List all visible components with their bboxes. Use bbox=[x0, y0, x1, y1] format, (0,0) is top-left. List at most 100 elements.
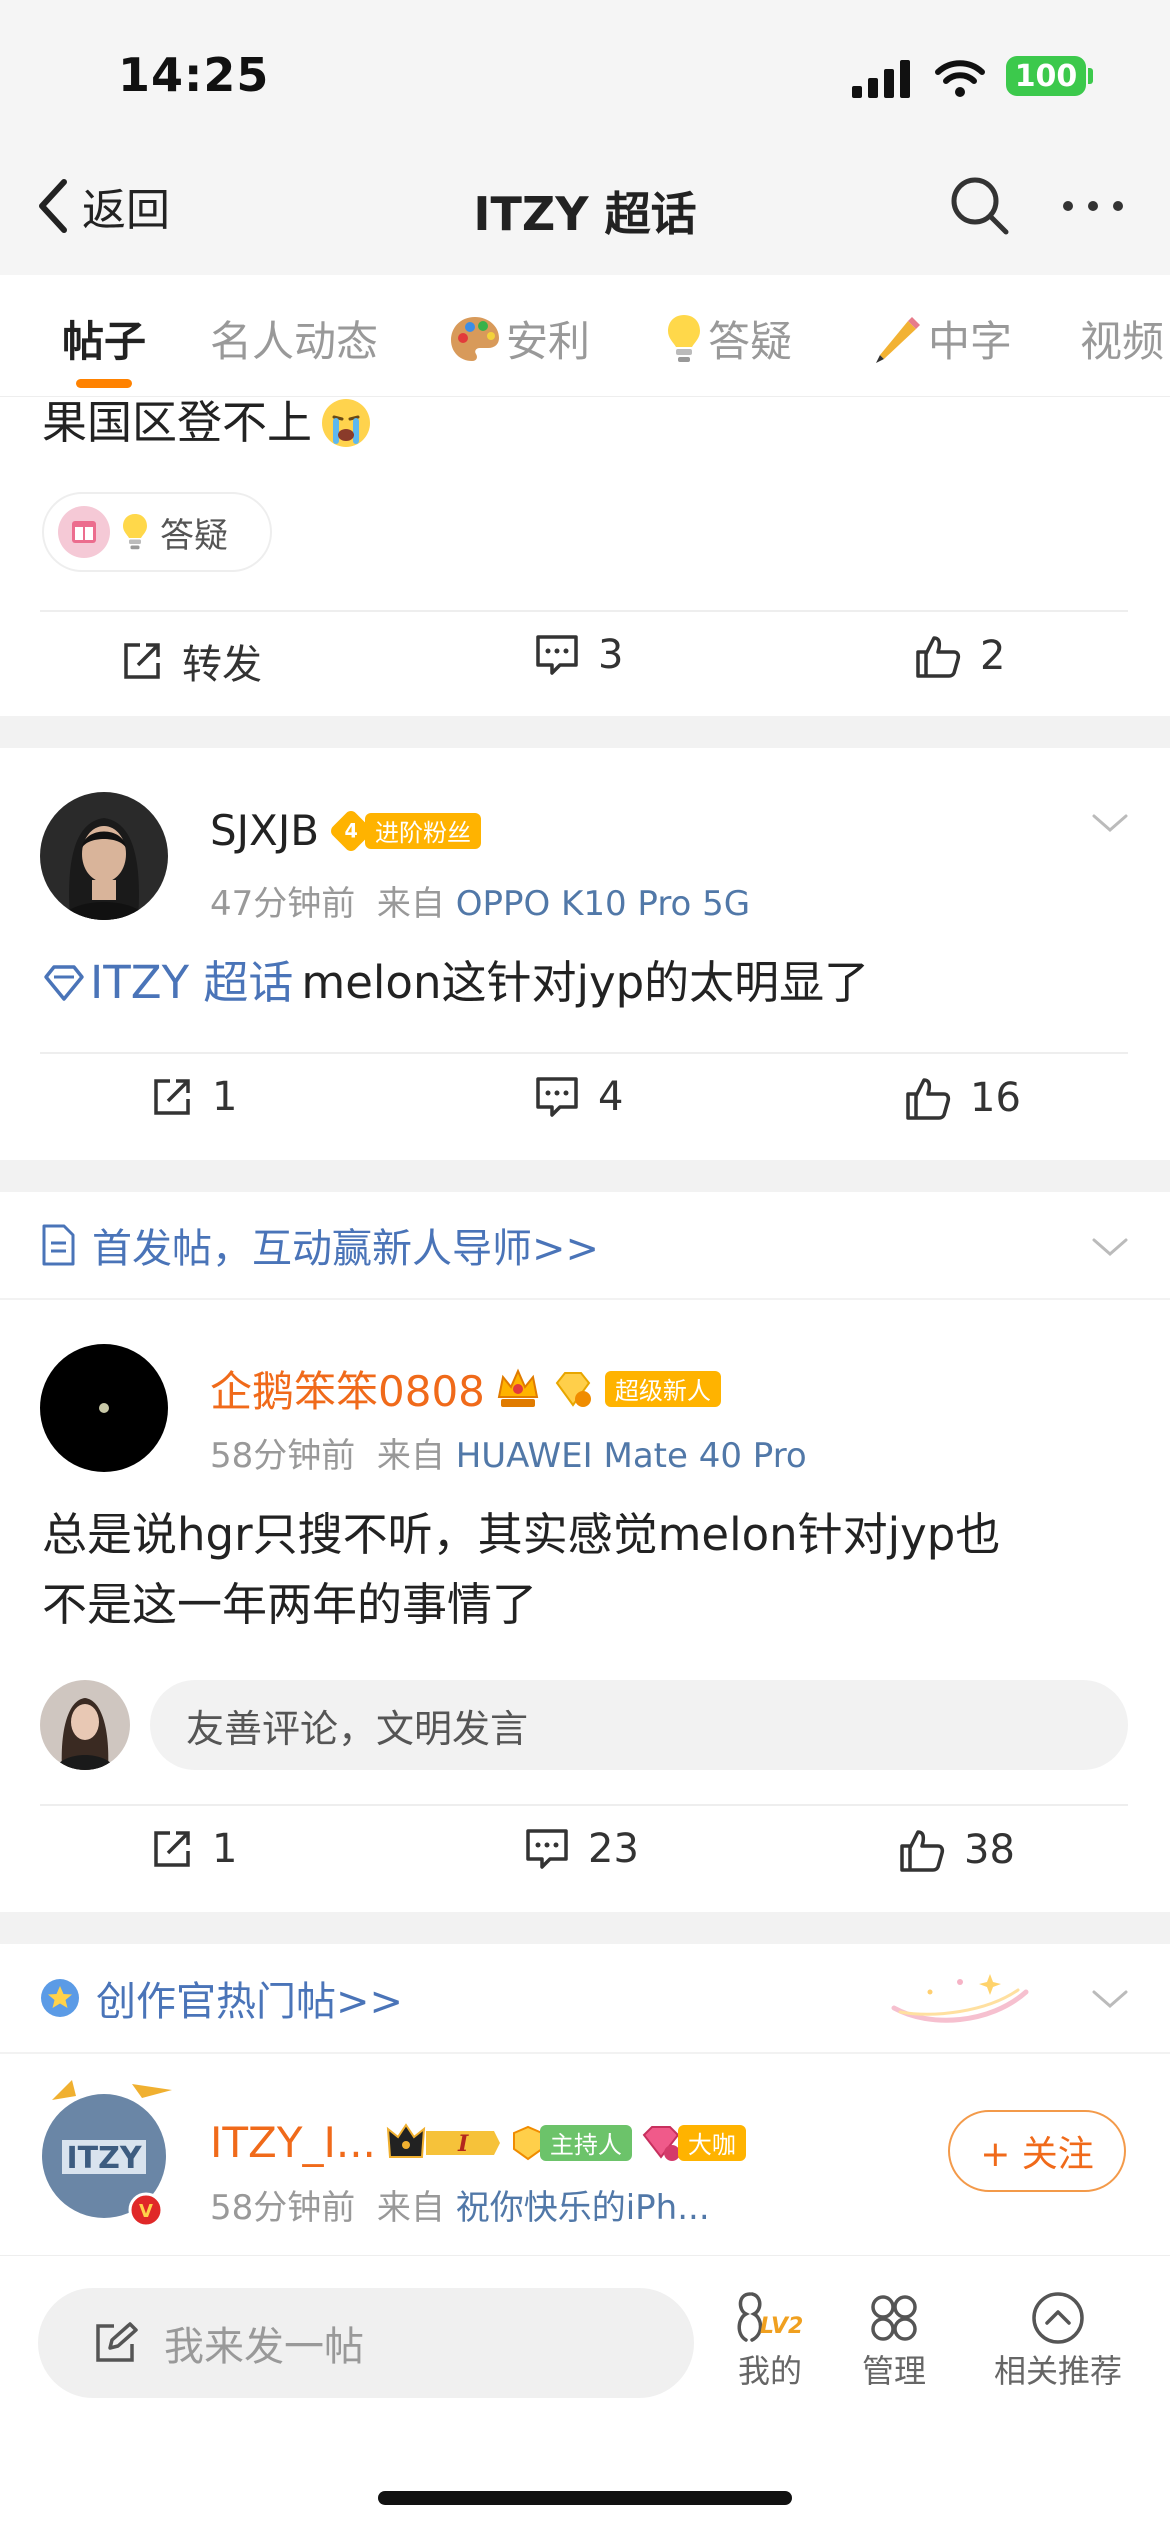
chevron-down-icon[interactable] bbox=[1090, 1228, 1130, 1268]
like-button[interactable]: 16 bbox=[904, 1074, 1021, 1122]
palette-icon bbox=[451, 316, 499, 361]
manage-icon bbox=[871, 2295, 917, 2341]
related-recommend-button[interactable]: 相关推荐 bbox=[994, 2290, 1122, 2392]
tab-posts[interactable]: 帖子 bbox=[62, 308, 146, 369]
comment-count: 4 bbox=[598, 1074, 624, 1120]
comment-placeholder: 友善评论，文明发言 bbox=[186, 1706, 529, 1751]
tab-label: 名人动态 bbox=[210, 317, 379, 366]
comment-icon bbox=[536, 1077, 578, 1117]
banner-text: 首发帖，互动赢新人导师>> bbox=[92, 1226, 600, 1272]
tab-label: 中字 bbox=[928, 317, 1013, 366]
comment-count: 23 bbox=[588, 1826, 639, 1872]
comment-icon bbox=[536, 635, 578, 675]
post-time: 58分钟前 bbox=[210, 2188, 356, 2228]
topic-link[interactable]: ITZY 超话 bbox=[90, 948, 293, 1018]
vip-badge: 大咖 bbox=[640, 2123, 746, 2163]
post-source: 祝你快乐的iPh... bbox=[455, 2188, 710, 2228]
like-button[interactable]: 38 bbox=[898, 1826, 1015, 1874]
battery-indicator: 100 bbox=[1006, 56, 1086, 96]
chevron-down-icon[interactable] bbox=[1090, 1980, 1130, 2020]
more-icon[interactable] bbox=[1058, 176, 1128, 236]
post-text[interactable]: ITZY 超话 melon这针对jyp的太明显了 bbox=[42, 948, 869, 1018]
like-button[interactable]: 2 bbox=[914, 632, 1005, 680]
vip-badge-label: 大咖 bbox=[677, 2124, 746, 2161]
chevron-up-circle-icon bbox=[1032, 2292, 1084, 2344]
tab-celebrity-updates[interactable]: 名人动态 bbox=[210, 308, 378, 369]
back-button[interactable]: 返回 bbox=[34, 170, 170, 242]
manage-label: 管理 bbox=[862, 2352, 927, 2390]
divider bbox=[40, 610, 1128, 612]
like-count: 2 bbox=[980, 633, 1006, 679]
tab-label: 帖子 bbox=[62, 317, 147, 366]
mine-button[interactable]: LV2 我的 bbox=[730, 2290, 810, 2392]
comment-button[interactable]: 23 bbox=[524, 1826, 639, 1872]
compose-placeholder: 我来发一帖 bbox=[164, 2324, 364, 2370]
share-icon bbox=[154, 1831, 190, 1867]
diamond-badge-icon bbox=[642, 2125, 680, 2161]
host-badge: 主持人 bbox=[510, 2123, 632, 2163]
share-icon bbox=[154, 1079, 190, 1115]
username[interactable]: 企鹅笨笨0808 bbox=[210, 1358, 485, 1419]
share-icon bbox=[124, 643, 160, 679]
follow-button[interactable]: + 关注 bbox=[948, 2110, 1126, 2192]
tab-label: 视频 bbox=[1080, 317, 1165, 366]
comment-input[interactable]: 友善评论，文明发言 bbox=[150, 1680, 1128, 1770]
post-text-body: melon这针对jyp的太明显了 bbox=[301, 956, 870, 1009]
post-time: 47分钟前 bbox=[210, 884, 356, 924]
topic-tag[interactable]: 答疑 bbox=[42, 492, 272, 572]
bulb-icon bbox=[668, 314, 700, 362]
repost-button[interactable]: 1 bbox=[150, 1074, 237, 1120]
crying-face-icon bbox=[322, 399, 371, 447]
chevron-left-icon bbox=[39, 179, 67, 233]
back-label: 返回 bbox=[82, 185, 170, 236]
tab-label: 答疑 bbox=[708, 317, 793, 366]
comment-button[interactable]: 3 bbox=[534, 632, 623, 678]
avatar[interactable]: ITZY V bbox=[32, 2070, 182, 2230]
post-text-line: 不是这一年两年的事情了 bbox=[42, 1578, 538, 1631]
search-icon[interactable] bbox=[948, 174, 1012, 238]
repost-count: 1 bbox=[212, 1826, 238, 1872]
repost-button[interactable]: 1 bbox=[150, 1826, 237, 1872]
medal-icon bbox=[41, 1979, 79, 2017]
sparkle-decoration bbox=[891, 1974, 1029, 2023]
user-level: LV2 bbox=[760, 2314, 804, 2339]
post-text[interactable]: 总是说hgr只搜不听，其实感觉melon针对jyp也 不是这一年两年的事情了 bbox=[42, 1500, 1000, 1640]
super-newbie-badge: 超级新人 bbox=[604, 1370, 721, 1407]
home-indicator[interactable] bbox=[378, 2491, 792, 2505]
avatar[interactable] bbox=[40, 792, 168, 920]
repost-label: 转发 bbox=[182, 642, 262, 688]
post-text-line: 总是说hgr只搜不听，其实感觉melon针对jyp也 bbox=[42, 1508, 1001, 1561]
repost-button[interactable]: 转发 bbox=[120, 632, 262, 690]
username[interactable]: SJXJB bbox=[210, 806, 319, 855]
comment-icon bbox=[526, 1829, 568, 1869]
crown-level-icon: I bbox=[386, 2122, 500, 2158]
section-separator bbox=[0, 716, 1170, 748]
post-text[interactable]: 果国区登不上 bbox=[42, 388, 374, 458]
svg-text:ITZY: ITZY bbox=[66, 2141, 142, 2176]
tab-label: 安利 bbox=[506, 317, 591, 366]
post-source: OPPO K10 Pro 5G bbox=[455, 884, 751, 924]
post-time: 58分钟前 bbox=[210, 1436, 356, 1476]
tab-video[interactable]: 视频 bbox=[1080, 308, 1164, 369]
manage-button[interactable]: 管理 bbox=[862, 2290, 926, 2392]
repost-count: 1 bbox=[212, 1074, 238, 1120]
banner-text: 创作官热门帖>> bbox=[96, 1979, 404, 2025]
section-separator bbox=[0, 1160, 1170, 1192]
svg-text:I: I bbox=[457, 2131, 469, 2157]
user-level-icon: LV2 bbox=[730, 2290, 810, 2346]
chevron-down-icon[interactable] bbox=[1090, 804, 1130, 844]
topic-tag-icon bbox=[58, 506, 110, 558]
tab-subtitles[interactable]: 中字 bbox=[868, 308, 1012, 369]
post-source: HUAWEI Mate 40 Pro bbox=[455, 1436, 807, 1476]
compose-post-button[interactable]: 我来发一帖 bbox=[38, 2288, 694, 2398]
post-meta: 58分钟前 来自 祝你快乐的iPh... bbox=[210, 2180, 710, 2229]
tab-qa[interactable]: 答疑 bbox=[664, 308, 792, 369]
divider bbox=[40, 1804, 1128, 1806]
tab-recommend[interactable]: 安利 bbox=[448, 308, 590, 369]
comment-button[interactable]: 4 bbox=[534, 1074, 623, 1120]
first-post-banner[interactable]: 首发帖，互动赢新人导师>> bbox=[0, 1192, 1170, 1300]
svg-text:V: V bbox=[139, 2201, 153, 2222]
avatar[interactable] bbox=[40, 1344, 168, 1472]
username[interactable]: ITZY_I... bbox=[210, 2118, 376, 2167]
thumbs-up-icon bbox=[906, 1078, 951, 1120]
